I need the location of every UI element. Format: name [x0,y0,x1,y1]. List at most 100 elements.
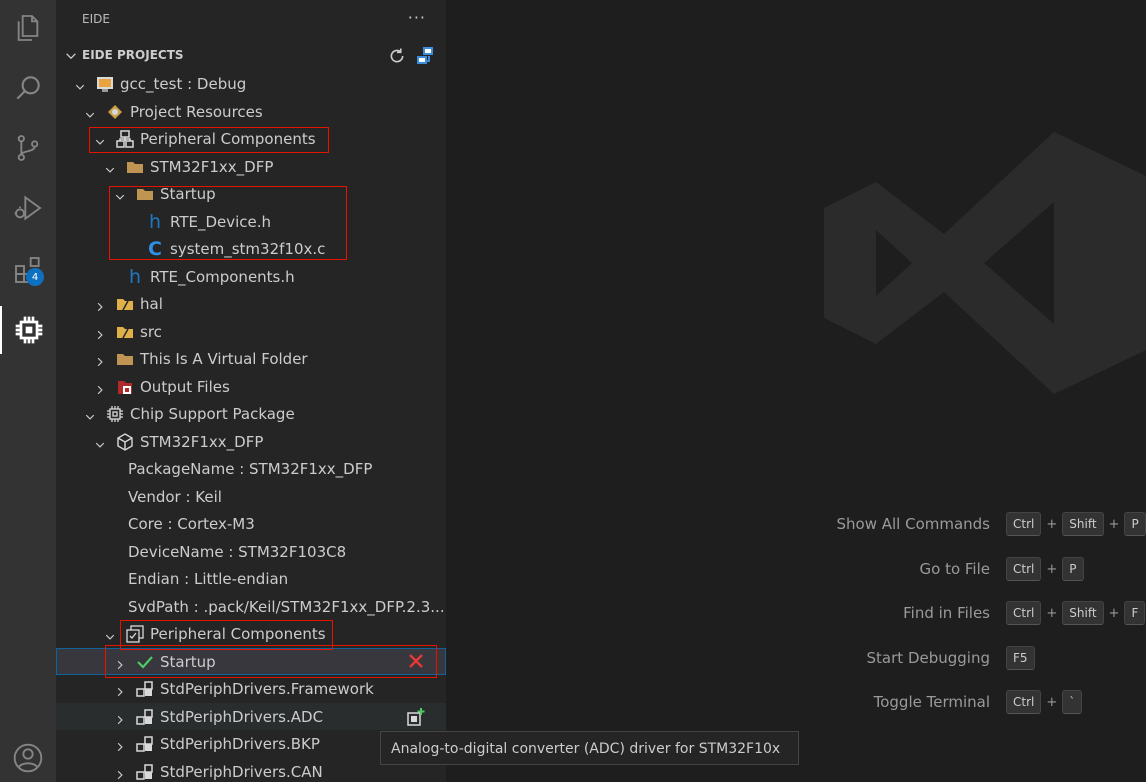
shortcut-keys: F5 [1006,646,1035,670]
eide-sidebar: EIDE ··· EIDE PROJECTS gcc_test : Debug P… [56,0,446,782]
more-actions-icon[interactable]: ··· [408,8,426,27]
chevron-right-icon[interactable] [94,298,106,317]
chevron-right-icon[interactable] [94,381,106,400]
keybinding-key: Ctrl [1006,601,1042,625]
tree-item-label: Startup [160,185,216,203]
shortcut-name: Find in Files [903,604,990,622]
shortcut-name: Go to File [919,560,991,578]
folder-icon [116,350,134,368]
tree-item[interactable]: h RTE_Components.h [56,263,446,291]
chevron-right-icon[interactable] [114,766,126,782]
tree-item[interactable]: hal [56,290,446,318]
folder-icon [136,185,154,203]
tree-item[interactable]: Peripheral Components [56,125,446,153]
tree-item[interactable]: Chip Support Package [56,400,446,428]
tree-item[interactable]: Startup [56,180,446,208]
chevron-down-icon[interactable] [104,628,116,647]
shortcut-row: Go to File Ctrl + P [446,555,1146,585]
source-control-icon[interactable] [0,124,56,172]
shortcut-name: Start Debugging [866,649,990,667]
tree-item-label: Project Resources [130,102,263,121]
key-separator: + [1046,694,1058,710]
chevron-down-icon[interactable] [84,106,96,125]
tree-item-label: hal [140,295,163,313]
tree-item-label: Output Files [140,377,230,396]
shortcut-keys: Ctrl + ` [1006,690,1083,714]
tree-item[interactable]: StdPeriphDrivers.ADC [56,702,446,731]
keybinding-key: Ctrl [1006,690,1042,714]
output-icon [116,378,134,396]
chevron-right-icon[interactable] [114,683,126,702]
tree-item[interactable]: Core : Cortex-M3 [56,510,446,538]
project-icon [96,75,114,93]
tree-item[interactable]: DeviceName : STM32F103C8 [56,538,446,566]
component-icon [136,708,154,726]
keybinding-key: ` [1062,690,1083,714]
tree-item[interactable]: Project Resources [56,98,446,126]
eide-projects-section-header[interactable]: EIDE PROJECTS [56,42,446,70]
chevron-right-icon[interactable] [114,738,126,757]
tree-item[interactable]: gcc_test : Debug [56,70,446,98]
keybinding-key: F [1124,601,1146,625]
tree-item-label: PackageName : STM32F1xx_DFP [128,460,373,478]
search-icon[interactable] [0,64,56,112]
tree-item[interactable]: Peripheral Components [56,620,446,648]
extensions-badge: 4 [26,268,44,286]
refresh-icon[interactable] [387,46,407,70]
tree-item-label: This Is A Virtual Folder [140,350,308,368]
add-component-icon[interactable] [406,707,426,731]
chevron-down-icon [64,48,78,67]
shortcut-row: Find in Files Ctrl + Shift + F [446,599,1146,629]
tree-item[interactable]: PackageName : STM32F1xx_DFP [56,455,446,483]
tree-item[interactable]: Endian : Little-endian [56,565,446,593]
tree-item[interactable]: STM32F1xx_DFP [56,153,446,181]
chevron-down-icon[interactable] [94,436,106,455]
key-separator: + [1108,516,1120,532]
tree-item[interactable]: src [56,318,446,346]
tree-item-label: Vendor : Keil [128,487,222,506]
tree-item[interactable]: Vendor : Keil [56,483,446,511]
shortcut-row: Show All Commands Ctrl + Shift + P [446,510,1146,540]
workspace-icon[interactable] [415,45,437,71]
tree-item-label: Startup [160,652,216,671]
run-debug-icon[interactable] [0,184,56,232]
tree-item[interactable]: Output Files [56,373,446,401]
tooltip: Analog-to-digital converter (ADC) driver… [380,731,799,765]
component-icon [136,680,154,698]
chevron-right-icon[interactable] [114,711,126,730]
checklist-icon [126,625,144,643]
chevron-down-icon[interactable] [74,78,86,97]
component-icon [136,763,154,781]
tree-item[interactable]: Csystem_stm32f10x.c [56,235,446,263]
tree-item[interactable]: StdPeriphDrivers.Framework [56,675,446,703]
check-icon [136,653,154,671]
shortcut-name: Toggle Terminal [873,693,990,711]
chevron-right-icon[interactable] [114,656,126,675]
tree-item[interactable]: STM32F1xx_DFP [56,428,446,456]
tree-item-label: STM32F1xx_DFP [140,432,264,451]
chevron-right-icon[interactable] [94,326,106,345]
keybinding-key: P [1062,557,1084,581]
c-file-icon: C [148,238,162,260]
tree-item[interactable]: This Is A Virtual Folder [56,345,446,373]
chevron-down-icon[interactable] [84,408,96,427]
keybinding-key: Shift [1062,512,1104,536]
keybinding-key: F5 [1006,646,1035,670]
eide-chip-icon[interactable] [0,306,56,354]
tree-item-label: StdPeriphDrivers.ADC [160,707,324,726]
chevron-down-icon[interactable] [94,133,106,152]
src-folder-icon [116,295,134,313]
chevron-down-icon[interactable] [114,188,126,207]
tree-item[interactable]: Startup [56,647,446,675]
tree-item[interactable]: SvdPath : .pack/Keil/STM32F1xx_DFP.2.3..… [56,593,446,621]
key-separator: + [1108,605,1120,621]
account-icon[interactable] [0,734,56,782]
remove-component-icon[interactable] [407,652,425,674]
explorer-icon[interactable] [0,4,56,52]
tree-item[interactable]: h RTE_Device.h [56,208,446,236]
shortcut-keys: Ctrl + Shift + F [1006,601,1146,625]
tree-item-label: Endian : Little-endian [128,570,289,588]
chevron-down-icon[interactable] [104,161,116,180]
chevron-right-icon[interactable] [94,353,106,372]
section-title: EIDE PROJECTS [82,48,184,62]
